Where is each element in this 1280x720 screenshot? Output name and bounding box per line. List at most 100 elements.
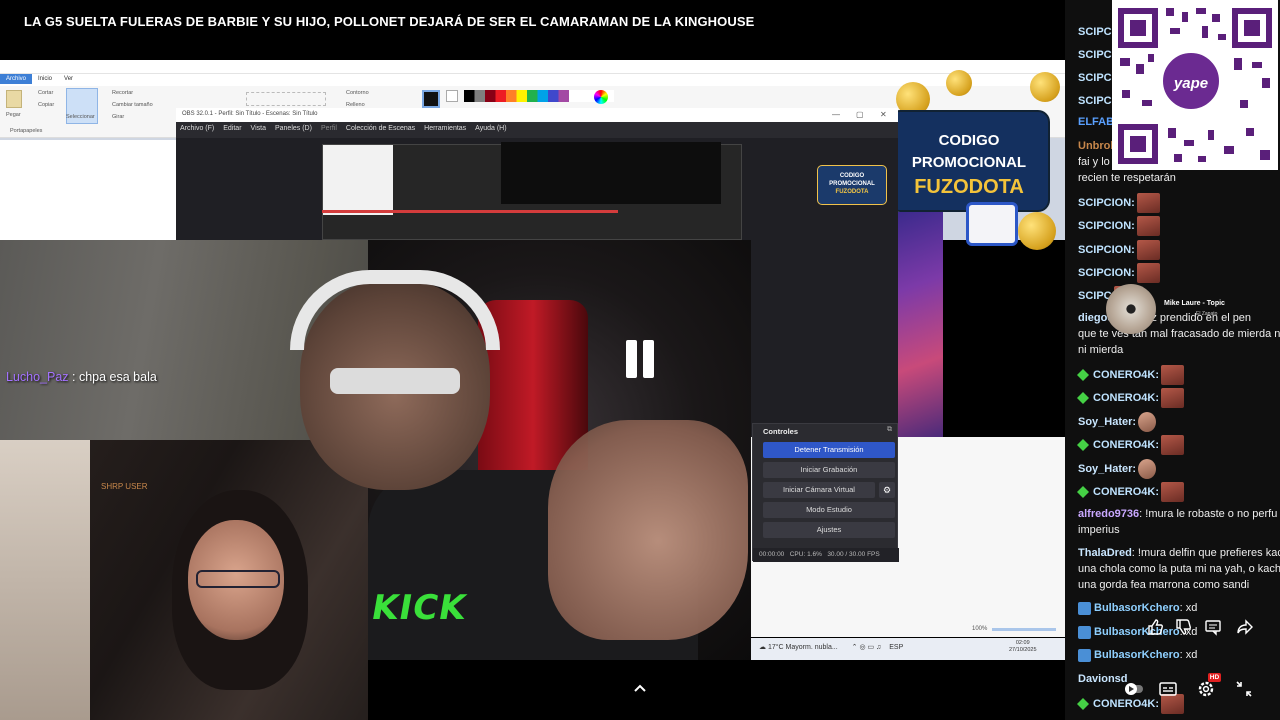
nested-paint bbox=[323, 145, 393, 215]
overlay-text: : chpa esa bala bbox=[68, 370, 157, 384]
gift-icon bbox=[966, 202, 1018, 246]
zoom-slider bbox=[992, 628, 1056, 631]
chat-message: una chola como la puta mi na yah, o kach bbox=[1078, 561, 1280, 577]
chat-username[interactable]: Davionsd bbox=[1078, 673, 1128, 685]
chat-message: ni mierda bbox=[1078, 342, 1123, 358]
gear-icon: ⚙ bbox=[879, 482, 895, 498]
dislike-icon[interactable] bbox=[1174, 618, 1192, 636]
obs-menubar: Archivo (F) Editar Vista Paneles (D) Perfil C… bbox=[176, 122, 898, 138]
chat-username[interactable]: CONERO4K: bbox=[1093, 369, 1159, 381]
crop-label: Recortar bbox=[112, 90, 134, 96]
emote-icon bbox=[1136, 263, 1160, 283]
chat-message: ThalaDred: !mura delfin que prefieres ka… bbox=[1078, 545, 1280, 561]
nested-promo: CODIGO PROMOCIONAL FUZODOTA bbox=[817, 165, 887, 205]
user-badge-icon bbox=[1078, 625, 1091, 639]
chat-text: una chola como la puta mi na yah, o kach bbox=[1078, 563, 1280, 575]
chat-username[interactable]: CONERO4K: bbox=[1093, 698, 1159, 710]
close-icon: ✕ bbox=[880, 110, 887, 119]
start-recording-button: Iniciar Grabación bbox=[763, 462, 895, 478]
chat-username[interactable]: BulbasorKchero bbox=[1094, 649, 1180, 661]
autoplay-icon[interactable] bbox=[1124, 680, 1144, 698]
select-label: Seleccionar bbox=[66, 114, 95, 120]
resize-label: Cambiar tamaño bbox=[112, 102, 153, 108]
paste-icon bbox=[6, 90, 22, 108]
diamond-badge-icon bbox=[1076, 697, 1090, 711]
clock-time: 02:09 bbox=[1015, 640, 1030, 646]
obs-menu-edit: Editar bbox=[223, 125, 242, 132]
virtual-camera-button: Iniciar Cámara Virtual bbox=[763, 482, 875, 498]
stream-time: 00:00:00 bbox=[759, 551, 785, 558]
now-playing: Mike Laure - Topic El Zapato bbox=[1106, 284, 1280, 334]
chat-text: una gorda fea marrona como sandi bbox=[1078, 579, 1250, 591]
fullscreen-player[interactable]: LA G5 SUELTA FULERAS DE BARBIE Y SU HIJO… bbox=[0, 0, 1280, 720]
chevron-up-icon[interactable] bbox=[630, 678, 650, 698]
chat-text: imperius bbox=[1078, 524, 1120, 536]
weather-temp: 17°C bbox=[767, 644, 784, 651]
chat-username[interactable]: SCIPCION: bbox=[1078, 267, 1135, 279]
copy-label: Copiar bbox=[38, 102, 55, 108]
nested-promo-line1: CODIGO bbox=[839, 173, 865, 179]
clipboard-group-label: Portapapeles bbox=[10, 128, 43, 134]
chat-username[interactable]: CONERO4K: bbox=[1093, 486, 1159, 498]
chat-username[interactable]: ThalaDred bbox=[1078, 547, 1132, 559]
captions-icon[interactable] bbox=[1158, 680, 1178, 698]
chat-username[interactable]: CONERO4K: bbox=[1093, 439, 1159, 451]
now-playing-subtitle: El Zapato bbox=[1196, 311, 1218, 317]
chat-username[interactable]: SCIPCION: bbox=[1078, 220, 1135, 232]
video-title: LA G5 SUELTA FULERAS DE BARBIE Y SU HIJO… bbox=[24, 14, 755, 29]
chat-message: una gorda fea marrona como sandi bbox=[1078, 577, 1249, 593]
chat-username[interactable]: BulbasorKchero bbox=[1094, 602, 1180, 614]
emote-icon bbox=[1136, 240, 1160, 260]
chat-text: recien te respetarán bbox=[1078, 172, 1176, 184]
chat-message: Soy_Hater: bbox=[1078, 459, 1157, 479]
maximize-icon: ▢ bbox=[856, 110, 864, 119]
promo-code: FUZODOTA bbox=[914, 176, 1024, 198]
chat-message: BulbasorKchero: xd bbox=[1078, 600, 1197, 616]
coin-icon bbox=[1018, 212, 1056, 250]
obs-menu-docks: Paneles (D) bbox=[274, 125, 312, 132]
chat-username[interactable]: alfredo9736 bbox=[1078, 508, 1139, 520]
obs-menu-file: Archivo (F) bbox=[180, 125, 215, 132]
paint-tab-view: Ver bbox=[64, 76, 74, 82]
diamond-badge-icon bbox=[1076, 485, 1090, 499]
chat-message: imperius bbox=[1078, 522, 1120, 538]
comment-icon[interactable] bbox=[1204, 618, 1222, 636]
zoom-level: 100% bbox=[972, 626, 988, 632]
chat-username[interactable]: CONERO4K: bbox=[1093, 392, 1159, 404]
chat-message: CONERO4K: bbox=[1076, 435, 1185, 455]
paste-label: Pegar bbox=[6, 112, 21, 118]
selection-outline bbox=[322, 210, 618, 213]
chat-username[interactable]: SCIPCION: bbox=[1078, 197, 1135, 209]
chat-username[interactable]: Soy_Hater: bbox=[1078, 416, 1136, 428]
share-icon[interactable] bbox=[1236, 618, 1254, 636]
controls-header: Controles bbox=[763, 427, 799, 436]
stop-stream-button: Detener Transmisión bbox=[763, 442, 895, 458]
color1-swatch bbox=[422, 90, 440, 108]
pause-icon[interactable] bbox=[620, 340, 660, 380]
chat-text: : !mura le robaste o no perfu bbox=[1139, 508, 1278, 520]
tray-icons: ⌃ ◎ ▭ ♫ bbox=[851, 644, 882, 651]
yape-brand: yape bbox=[1173, 75, 1209, 92]
chat-username[interactable]: BulbasorKchero bbox=[1094, 626, 1180, 638]
nested-promo-line2: PROMOCIONAL bbox=[829, 181, 875, 187]
obs-controls-dock: Controles ⧉ Detener Transmisión Iniciar … bbox=[752, 423, 899, 562]
gear-icon[interactable] bbox=[1196, 680, 1216, 698]
diamond-badge-icon bbox=[1076, 368, 1090, 382]
chat-message: fai y lo bbox=[1078, 154, 1110, 170]
chat-username[interactable]: SCIPCION: bbox=[1078, 244, 1135, 256]
edit-colors-icon bbox=[594, 90, 608, 104]
weather-icon: ☁ bbox=[759, 644, 766, 651]
chat-message: CONERO4K: bbox=[1076, 482, 1185, 502]
studio-mode-button: Modo Estudio bbox=[763, 502, 895, 518]
dock-float-icon: ⧉ bbox=[887, 426, 892, 433]
exit-fullscreen-icon[interactable] bbox=[1234, 680, 1254, 698]
shapes-gallery bbox=[246, 92, 326, 106]
chat-username[interactable]: Soy_Hater: bbox=[1078, 463, 1136, 475]
chat-text: : !mura delfin que prefieres kac bbox=[1131, 547, 1280, 559]
webcam-label: SHRP USER bbox=[101, 482, 148, 491]
like-icon[interactable] bbox=[1146, 618, 1164, 636]
chat-text: : xd bbox=[1179, 602, 1198, 614]
chat-message: SCIPCION: bbox=[1078, 216, 1160, 236]
windows-taskbar: ☁ 17°C Mayorm. nubla... ⌃ ◎ ▭ ♫ ESP 02:0… bbox=[751, 638, 1065, 660]
chat-message: CONERO4K: bbox=[1076, 365, 1185, 385]
